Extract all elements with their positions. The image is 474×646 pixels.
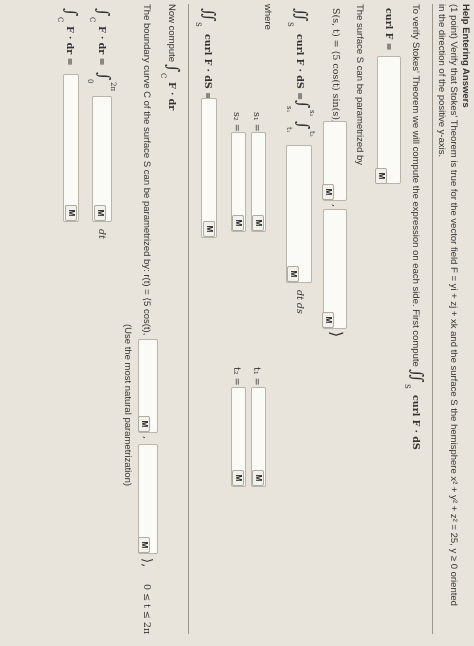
param-close-bracket: ⟩ [327,331,346,338]
inner-integral-symbol: ∫ [294,121,313,130]
where-label: where [262,4,273,30]
parametrization-note: (Use the most natural parametrization) [122,324,133,487]
integral-subscript: S [403,384,411,389]
integral-subscript: C [56,17,64,23]
boundary-z-math-button[interactable]: M [138,537,150,553]
param-lhs: S(s, t) = ⟨5 cos(t) sin(s), [330,8,341,123]
upper-limit: 2π [109,82,117,92]
integral-subscript: S [194,22,202,27]
param-z-input[interactable] [323,209,347,329]
s2-math-button[interactable]: M [232,215,244,231]
boundary-text: The boundary curve C of the surface S ca… [141,4,152,336]
surface-integral-lhs: curl F · dS = [294,34,305,101]
integrand-math-button[interactable]: M [287,266,299,282]
surface-integral-symbol: ∬ [408,369,427,383]
line-integral-result-input[interactable] [63,74,79,222]
now-compute-text: Now compute [166,4,177,63]
outer-integral-symbol: ∫ [294,100,313,109]
t2-math-button[interactable]: M [232,470,244,486]
curl-answer-input[interactable] [377,56,401,184]
divider [432,4,433,634]
integral-subscript: C [159,73,167,79]
lower-limit: 0 [86,79,94,84]
integral-subscript: C [88,17,96,23]
comma: , [330,204,341,208]
comma: , [141,436,152,440]
t-range: 0 ≤ t ≤ 2π [141,584,152,635]
t2-label: t₂ = [231,367,242,386]
integral-subscript: S [286,22,294,27]
param-y-math-button[interactable]: M [322,184,334,200]
problem-statement-cont: in the direction of the positive y-axis. [436,4,447,158]
t1-label: t₁ = [251,367,262,386]
integrand-input[interactable] [286,145,312,283]
definite-integral-symbol: ∫ [95,72,114,81]
help-entering-answers-link[interactable]: Help Entering Answers [460,4,471,108]
problem-page: Help Entering Answers (1 point) Verify t… [0,0,474,646]
s1-math-button[interactable]: M [252,215,264,231]
surface-integral-symbol: ∬ [200,8,219,22]
dt: dt [96,229,107,239]
outer-lower-limit: s₁ [285,106,293,113]
line-result-math-button[interactable]: M [65,205,77,221]
outer-upper-limit: s₂ [308,110,316,117]
curl-math-button[interactable]: M [375,168,387,184]
surface-result-math-button[interactable]: M [203,221,215,237]
dt-ds: dt ds [294,290,305,314]
surface-integral-symbol: ∬ [292,8,311,22]
intro-expression: curl F · dS [410,395,421,450]
line-integrand-input[interactable] [92,96,112,222]
line-integral-expression: F · dr [166,82,177,111]
surface-integral-result-input[interactable] [201,98,217,238]
line-integral-lhs: F · dr = [96,26,107,66]
intro-text: To verify Stokes' Theorem we will comput… [410,4,421,367]
inner-upper-limit: t₂ [308,131,316,137]
inner-lower-limit: t₁ [285,127,293,133]
divider [188,4,189,634]
t1-math-button[interactable]: M [252,470,264,486]
curl-label: curl F = [383,8,394,51]
s1-label: s₁ = [251,112,262,132]
boundary-y-math-button[interactable]: M [138,416,150,432]
line-integral-symbol: ∫ [164,64,183,73]
param-z-math-button[interactable]: M [322,312,334,328]
boundary-close-bracket: ⟩, [139,558,154,568]
line-integrand-math-button[interactable]: M [94,205,106,221]
surface-integral-result-label: curl F · dS = [202,34,213,101]
line-integral-symbol: ∫ [62,8,81,17]
line-integral-symbol: ∫ [94,8,113,17]
line-integral-result-label: F · dr = [64,26,75,66]
s2-label: s₂ = [231,112,242,132]
problem-statement: (1 point) Verify that Stokes' Theorem is… [448,4,459,606]
param-text: The surface S can be parametrized by [354,4,365,166]
